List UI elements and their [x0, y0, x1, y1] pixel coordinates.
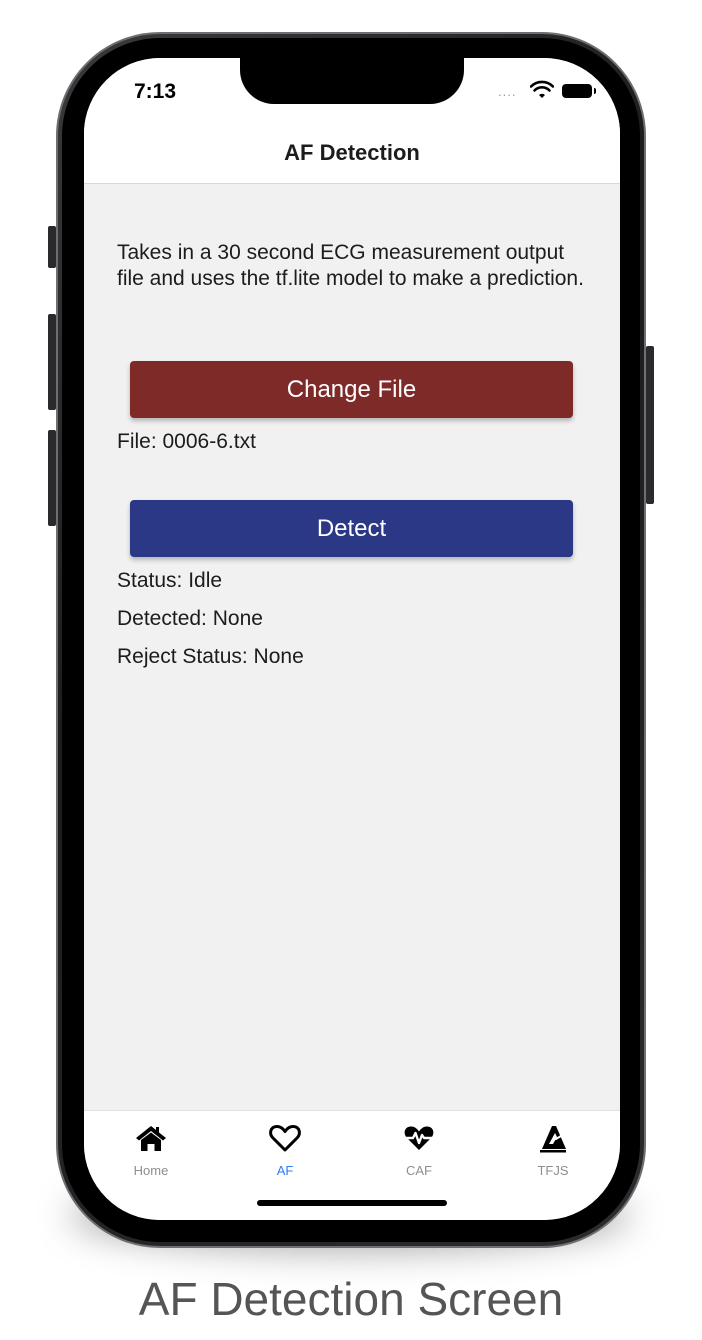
- reject-status-text: Reject Status: None: [117, 645, 304, 668]
- status-text: Status: Idle: [117, 569, 223, 592]
- heart-outline-icon: [269, 1124, 301, 1152]
- volume-down-button: [48, 430, 56, 526]
- heartbeat-icon: [403, 1126, 435, 1150]
- home-icon: [136, 1126, 166, 1151]
- screenshot-caption: AF Detection Screen: [138, 1273, 564, 1325]
- home-indicator: [257, 1200, 447, 1206]
- tab-tfjs[interactable]: TFJS: [486, 1111, 620, 1191]
- battery-icon: [562, 84, 596, 98]
- power-button: [646, 346, 654, 504]
- tab-home[interactable]: Home: [84, 1111, 218, 1191]
- detect-button[interactable]: Detect: [130, 500, 573, 557]
- tab-af[interactable]: AF: [218, 1111, 352, 1191]
- phone-screen: 7:13 .... AF Detection Takes in a 30 sec…: [84, 58, 620, 1220]
- change-file-button[interactable]: Change File: [130, 361, 573, 418]
- tab-tfjs-label: TFJS: [537, 1163, 569, 1178]
- description-text: Takes in a 30 second ECG measurement out…: [117, 241, 584, 290]
- tab-caf-label: CAF: [406, 1163, 432, 1178]
- nav-bar: AF Detection: [84, 128, 620, 184]
- status-time: 7:13: [134, 80, 177, 103]
- notch: [240, 58, 464, 104]
- tab-home-label: Home: [133, 1163, 169, 1178]
- tfjs-icon: [540, 1126, 566, 1153]
- volume-up-button: [48, 314, 56, 410]
- detected-text: Detected: None: [117, 607, 263, 630]
- signal-icon: ....: [498, 84, 517, 99]
- page-title: AF Detection: [284, 140, 420, 165]
- file-name-text: File: 0006-6.txt: [117, 430, 256, 453]
- tab-af-label: AF: [276, 1163, 294, 1178]
- tab-caf[interactable]: CAF: [352, 1111, 486, 1191]
- wifi-icon: [530, 80, 554, 98]
- main-content: Takes in a 30 second ECG measurement out…: [117, 240, 592, 292]
- mute-switch: [48, 226, 56, 268]
